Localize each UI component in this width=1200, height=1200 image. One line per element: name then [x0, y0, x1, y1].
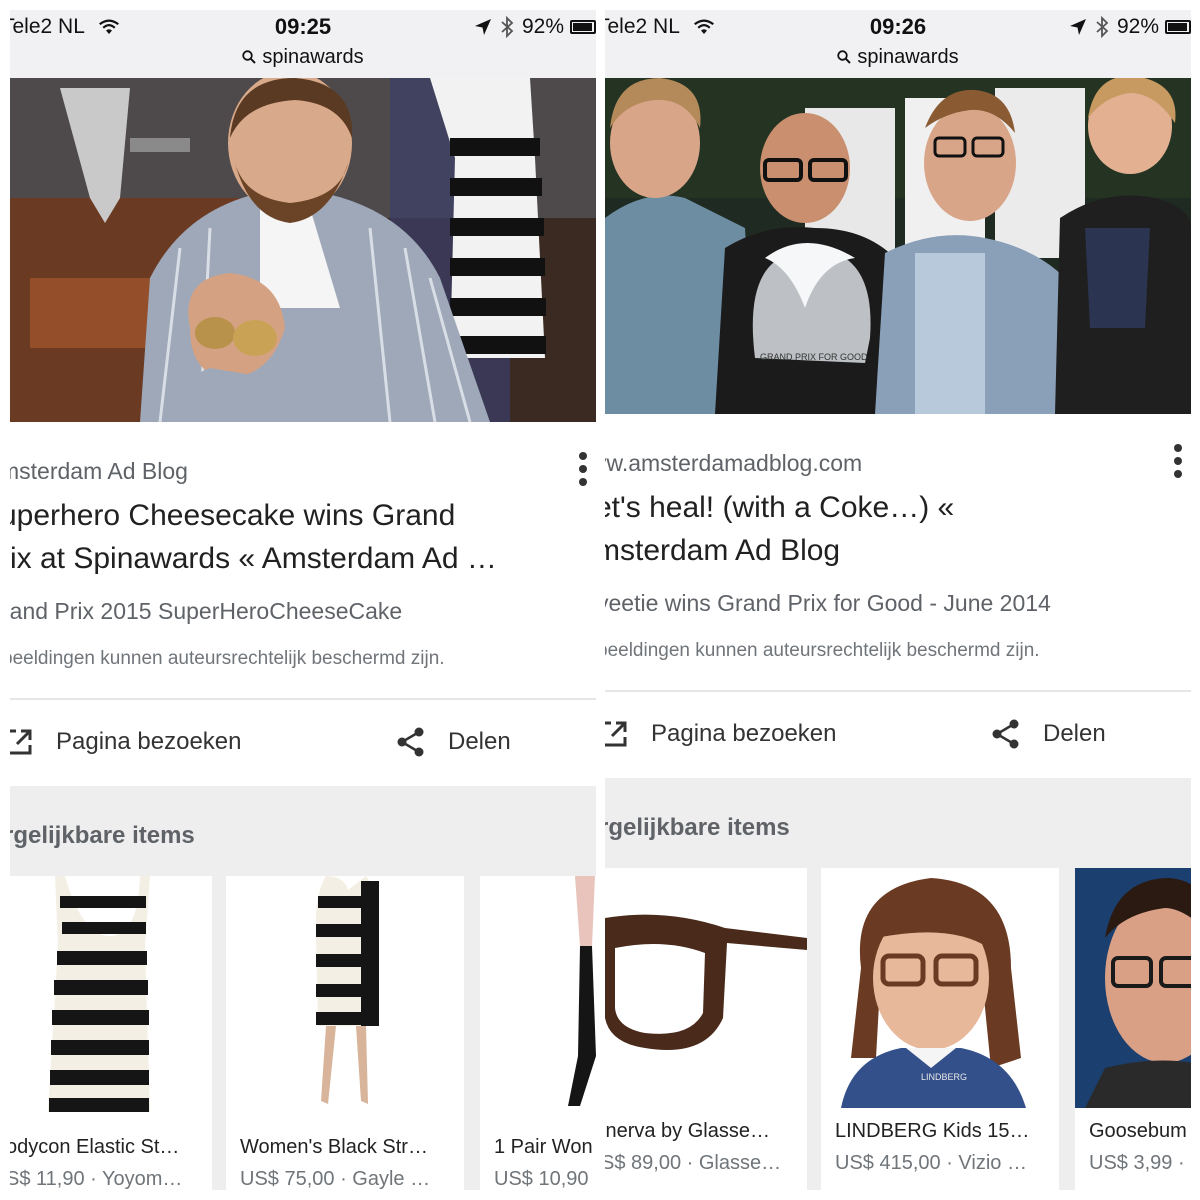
section-title: rgelijkbare items [10, 822, 195, 849]
status-indicators: 92% [1069, 15, 1191, 39]
status-indicators: 92% [474, 15, 596, 39]
search-query-bar[interactable]: spinawards [10, 46, 596, 69]
more-vert-icon[interactable] [578, 452, 588, 492]
product-card[interactable]: 1 Pair Won US$ 10,90 [480, 876, 596, 1190]
status-bar: Tele2 NL 09:26 92% spinawards [605, 10, 1191, 78]
hero-image[interactable]: GRAND PRIX FOR GOOD [605, 78, 1191, 414]
copyright-notice: beeldingen kunnen auteursrechtelijk besc… [10, 648, 445, 669]
result-source[interactable]: msterdam Ad Blog [10, 458, 188, 485]
product-card[interactable]: Goosebum US$ 3,99 · [1075, 868, 1191, 1190]
eyeglasses-image [605, 868, 807, 1108]
section-title: rgelijkbare items [605, 814, 790, 841]
action-bar: Pagina bezoeken Delen [10, 702, 596, 782]
action-bar: Pagina bezoeken Delen [605, 694, 1191, 774]
battery-percent: 92% [521, 15, 564, 38]
share-icon [992, 719, 1019, 749]
battery-percent: 92% [1116, 15, 1159, 38]
trophy-engraving: GRAND PRIX FOR GOOD [760, 352, 868, 362]
product-name: 1 Pair Won [494, 1136, 593, 1158]
share-icon [397, 727, 424, 757]
girl-with-glasses-image: LINDBERG [821, 868, 1059, 1108]
result-source[interactable]: vw.amsterdamadblog.com [605, 450, 862, 477]
open-in-new-icon [10, 729, 32, 755]
visit-page-button[interactable]: Pagina bezoeken [10, 702, 241, 782]
product-card[interactable]: inerva by Glasse… S$ 89,00 · Glasse… [605, 868, 807, 1190]
search-query-bar[interactable]: spinawards [605, 46, 1191, 69]
copyright-notice: beeldingen kunnen auteursrechtelijk besc… [605, 640, 1040, 661]
product-price: S$ 11,90 · Yoyom… [10, 1168, 183, 1190]
striped-dress-image [10, 876, 212, 1116]
phone-screen-left: Tele2 NL 09:25 92% spinawards msterdam A… [10, 10, 596, 1190]
share-button[interactable]: Delen [991, 694, 1106, 774]
screenshot-collage: Tele2 NL 09:25 92% spinawards msterdam A… [0, 0, 1200, 1200]
more-vert-icon[interactable] [1173, 444, 1183, 484]
product-card[interactable]: LINDBERG LINDBERG Kids 15… US$ 415,00 · … [821, 868, 1059, 1190]
location-arrow-icon [474, 19, 491, 35]
product-price: US$ 10,90 [494, 1168, 589, 1190]
product-name: odycon Elastic St… [10, 1136, 180, 1158]
product-price: S$ 89,00 · Glasse… [605, 1152, 782, 1174]
hero-image[interactable] [10, 78, 596, 422]
image-caption: rand Prix 2015 SuperHeroCheeseCake [10, 598, 403, 624]
product-card[interactable]: odycon Elastic St… S$ 11,90 · Yoyom… [10, 876, 212, 1190]
product-name: LINDBERG Kids 15… [835, 1120, 1030, 1142]
status-bar: Tele2 NL 09:25 92% spinawards [10, 10, 596, 78]
tights-product-image [480, 876, 596, 1116]
product-price: US$ 415,00 · Vizio … [835, 1152, 1027, 1174]
striped-dress-image [226, 876, 464, 1116]
brand-logo: LINDBERG [921, 1072, 967, 1082]
search-icon [837, 50, 852, 64]
result-title[interactable]: uperhero Cheesecake wins Grand rix at Sp… [10, 494, 560, 580]
product-name: Women's Black Str… [240, 1136, 428, 1158]
bluetooth-icon [1096, 16, 1109, 38]
visit-page-button[interactable]: Pagina bezoeken [605, 694, 836, 774]
award-group-photo: GRAND PRIX FOR GOOD [605, 78, 1191, 414]
award-winner-photo [10, 78, 596, 422]
image-caption: veetie wins Grand Prix for Good - June 2… [605, 590, 1051, 616]
product-price: US$ 75,00 · Gayle … [240, 1168, 431, 1190]
divider [10, 698, 596, 700]
battery-icon [1165, 20, 1191, 34]
bluetooth-icon [501, 16, 514, 38]
open-in-new-icon [605, 721, 627, 747]
similar-items-section: rgelijkbare items inerva by Glasse… S$ 8… [605, 778, 1191, 1190]
product-name: Goosebum [1089, 1120, 1187, 1142]
share-button[interactable]: Delen [396, 702, 511, 782]
phone-screen-right: Tele2 NL 09:26 92% spinawards GRAND PRIX… [605, 10, 1191, 1190]
divider [605, 690, 1191, 692]
product-card[interactable]: Women's Black Str… US$ 75,00 · Gayle … [226, 876, 464, 1190]
result-title[interactable]: et's heal! (with a Coke…) « msterdam Ad … [605, 486, 1155, 572]
search-icon [242, 50, 257, 64]
product-price: US$ 3,99 · [1089, 1152, 1185, 1174]
battery-icon [570, 20, 596, 34]
author-portrait-image [1075, 868, 1191, 1108]
similar-items-section: rgelijkbare items odycon Elastic St… S$ … [10, 786, 596, 1190]
product-name: inerva by Glasse… [605, 1120, 770, 1142]
location-arrow-icon [1069, 19, 1086, 35]
